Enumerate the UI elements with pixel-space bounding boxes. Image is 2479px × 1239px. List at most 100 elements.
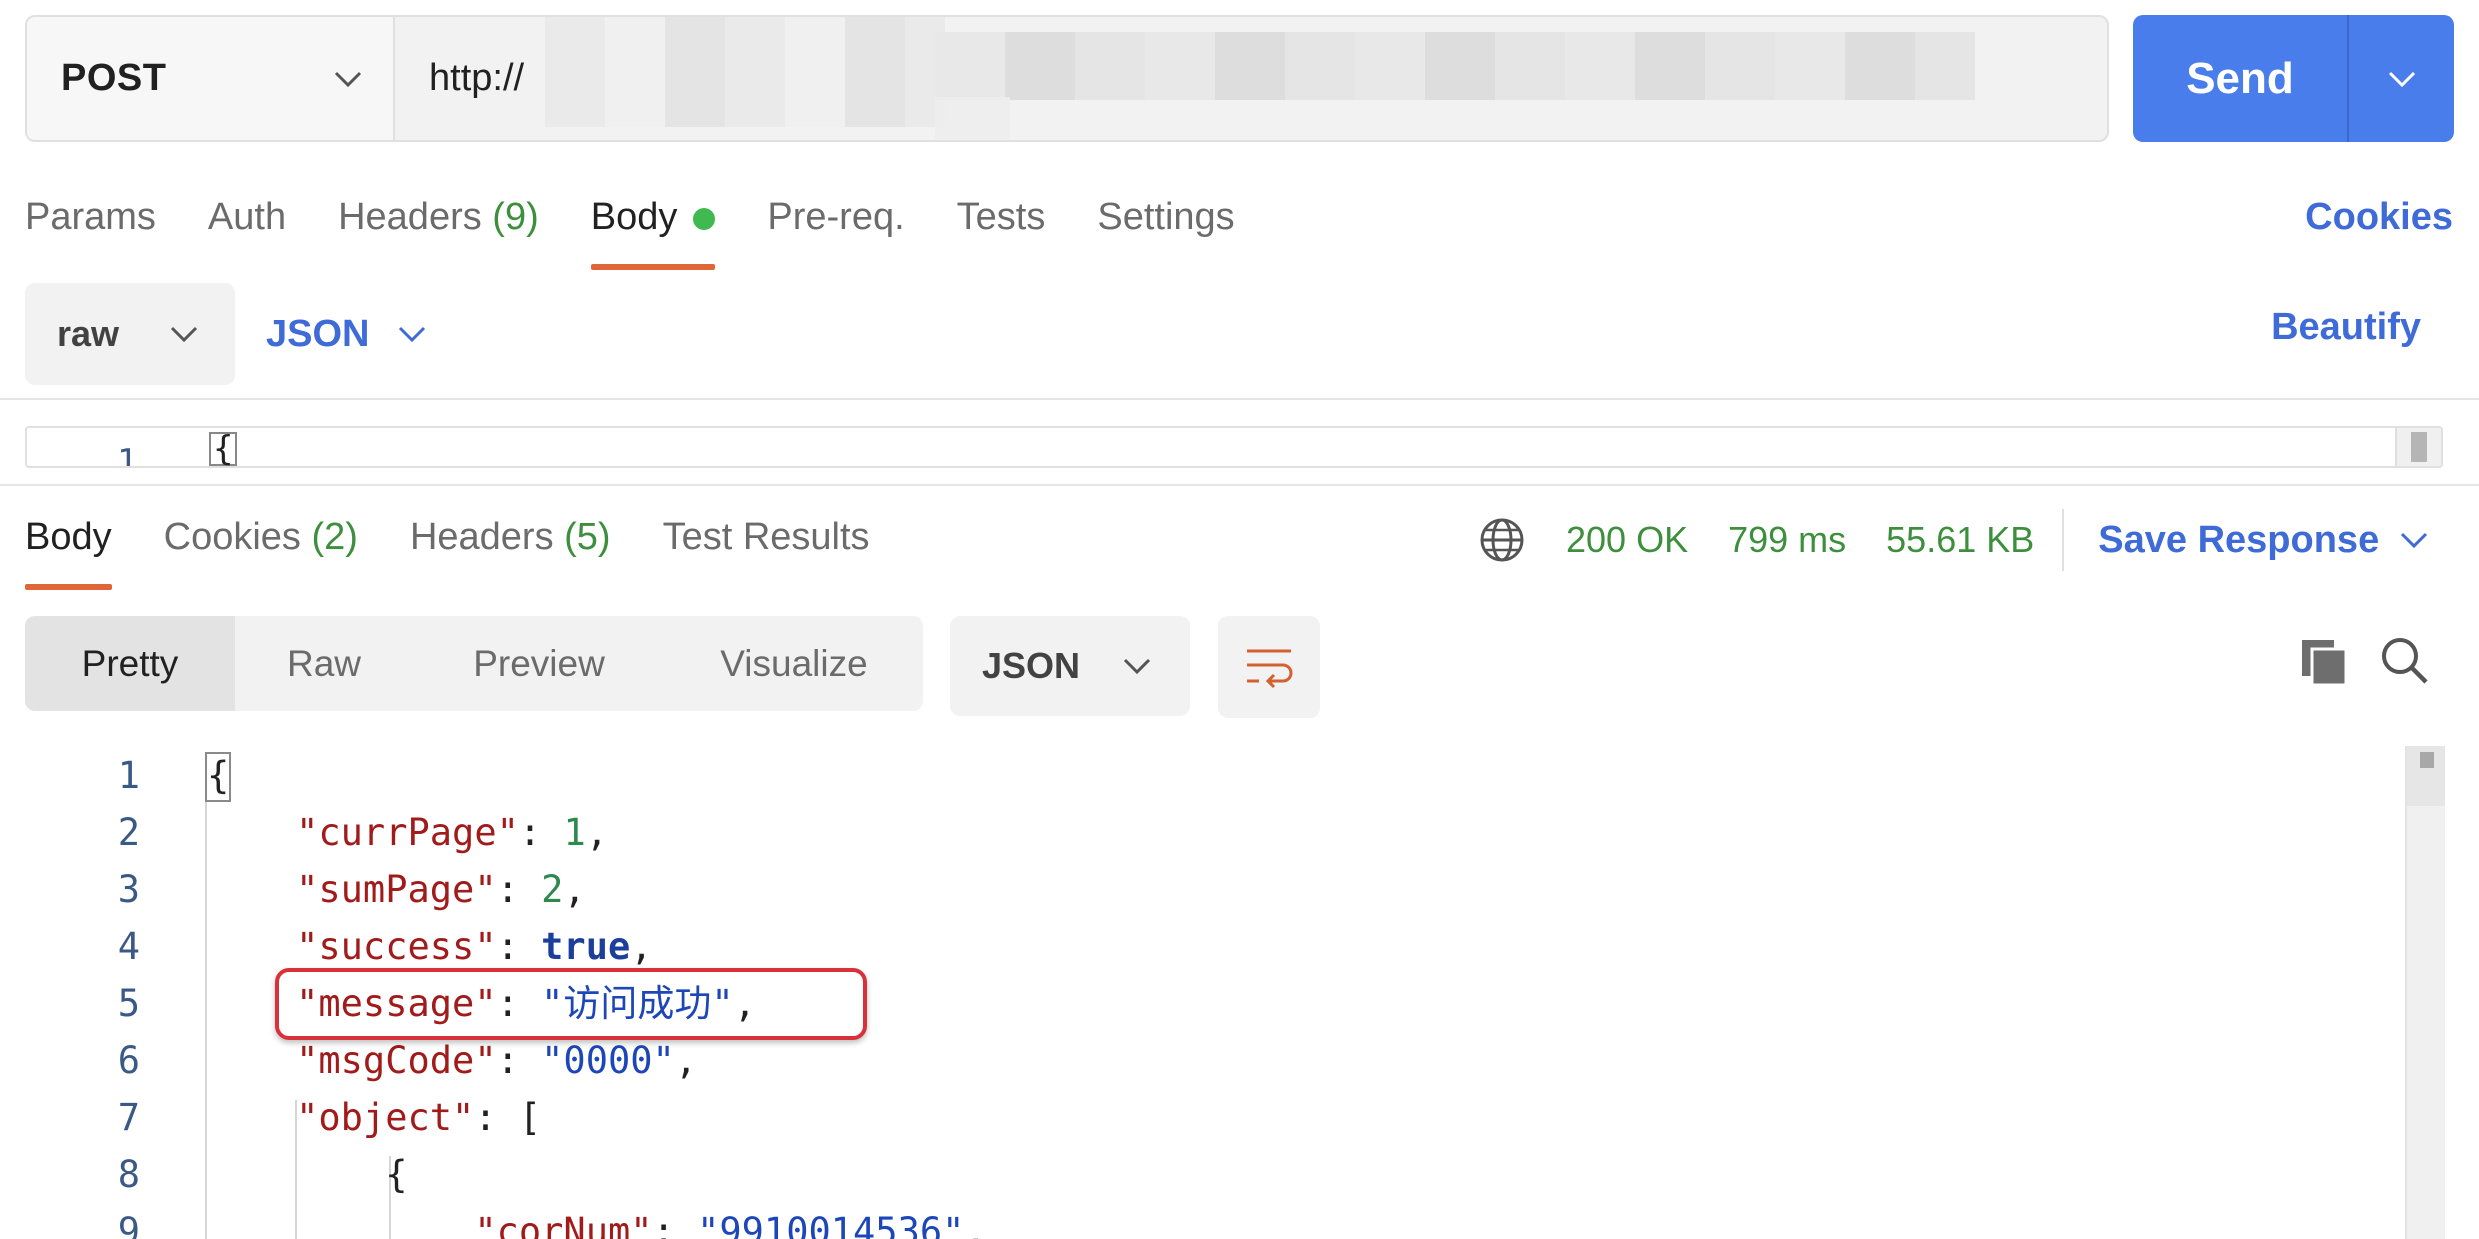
tab-label: Params [25,196,156,238]
tab-body[interactable]: Body [590,190,716,270]
code-token: 2 [541,868,564,911]
code-line: 6 "msgCode": "0000", [25,1032,2405,1089]
tab-label: Auth [207,196,287,238]
response-status: 200 OK 799 ms 55.61 KB Save Response [1478,509,2429,571]
body-mode-label: raw [57,313,120,354]
tab-settings[interactable]: Settings [1097,190,1234,270]
globe-icon[interactable] [1478,516,1526,564]
code-token: 1 [563,811,586,854]
tab-headers[interactable]: Headers (9) [338,190,539,270]
send-button[interactable]: Send [2133,15,2349,142]
line-number: 1 [117,754,140,797]
tab-label: Body [25,516,112,558]
tab-label: Headers [409,516,554,558]
scrollbar-thumb[interactable] [2407,746,2445,806]
copy-icon[interactable] [2298,636,2350,688]
search-icon[interactable] [2378,634,2430,686]
code-text: "sumPage": 2, [207,861,586,918]
url-input[interactable]: http:// [395,17,2107,140]
status-code[interactable]: 200 OK [1566,519,1688,561]
view-mode-visualize[interactable]: Visualize [665,616,923,711]
response-tabs: Body Cookies (2) Headers (5) Test Result… [25,510,922,590]
code-line: 2 "currPage": 1, [25,804,2405,861]
code-token: : [496,925,542,968]
request-body-editor[interactable]: 1 { [25,426,2443,468]
line-number: 7 [117,1096,140,1139]
response-tab-body[interactable]: Body [25,510,112,590]
code-token: "sumPage" [296,868,497,911]
divider [2062,509,2065,571]
code-text: { [209,432,238,466]
response-tab-test-results[interactable]: Test Results [663,510,870,590]
view-mode-switch: Pretty Raw Preview Visualize [25,616,923,711]
tab-auth[interactable]: Auth [208,190,286,270]
response-size[interactable]: 55.61 KB [1886,519,2034,561]
code-token: , [563,868,586,911]
code-text: "msgCode": "0000", [207,1032,697,1089]
url-redaction [545,17,945,127]
save-response-label: Save Response [2098,518,2380,561]
send-options-button[interactable] [2349,15,2454,142]
code-token: "corNum" [474,1210,653,1239]
tab-label: Settings [1097,196,1235,238]
code-line: 4 "success": true, [25,918,2405,975]
view-mode-preview[interactable]: Preview [413,616,665,711]
code-line: 7 "object": [ [25,1089,2405,1146]
tab-params[interactable]: Params [25,190,156,270]
request-bar: POST http:// [25,15,2109,142]
method-select[interactable]: POST [27,17,395,140]
code-token: "0000" [541,1039,675,1082]
send-button-group: Send [2133,15,2454,142]
code-token: , [964,1210,987,1239]
code-token: { [207,754,230,797]
response-format-select[interactable]: JSON [950,616,1190,716]
view-mode-raw[interactable]: Raw [235,616,413,711]
line-number: 8 [117,1153,140,1196]
response-time[interactable]: 799 ms [1728,519,1846,561]
line-number: 5 [117,982,140,1025]
code-token: "success" [296,925,497,968]
code-token: , [585,811,608,854]
editor-scrollbar[interactable] [2395,428,2441,466]
code-token: : [518,811,564,854]
view-mode-pretty[interactable]: Pretty [25,616,235,711]
tab-count: (9) [492,196,539,238]
tab-label: Cookies [163,516,301,558]
code-text: "success": true, [207,918,653,975]
tab-tests[interactable]: Tests [957,190,1046,270]
beautify-button[interactable]: Beautify [2271,306,2421,349]
response-tab-cookies[interactable]: Cookies (2) [164,510,358,590]
cookies-link[interactable]: Cookies [2305,196,2453,239]
code-text: "currPage": 1, [207,804,608,861]
save-response-button[interactable]: Save Response [2098,519,2429,562]
line-number: 4 [117,925,140,968]
tab-label: Pre-req. [767,196,905,238]
line-number: 9 [117,1210,140,1239]
method-label: POST [61,57,167,99]
wrap-lines-icon [1247,649,1293,689]
code-text: { [207,1146,408,1203]
tab-label: Body [590,196,678,238]
code-token: "object" [296,1096,475,1139]
response-body-editor[interactable]: 1{2 "currPage": 1, 3 "sumPage": 2, 4 "succ… [25,746,2445,1239]
code-token: "9910014536" [697,1210,965,1239]
response-format-label: JSON [982,645,1081,686]
body-language-select[interactable]: JSON [266,283,427,385]
body-mode-select[interactable]: raw [25,283,235,385]
tab-prereq[interactable]: Pre-req. [767,190,904,270]
editor-scrollbar[interactable] [2405,746,2445,1239]
tab-label: Headers [338,196,482,238]
code-token: "currPage" [296,811,519,854]
wrap-lines-button[interactable] [1218,616,1320,718]
code-token: , [630,925,653,968]
code-token: : [496,1039,542,1082]
code-token: { [385,1153,408,1196]
chevron-down-icon [2388,71,2415,87]
chevron-down-icon [334,71,362,87]
code-line: 8 { [25,1146,2405,1203]
code-token: : [496,868,542,911]
url-redaction [935,97,1010,139]
line-number: 2 [117,811,140,854]
line-number: 1 [117,442,138,468]
response-tab-headers[interactable]: Headers (5) [410,510,611,590]
